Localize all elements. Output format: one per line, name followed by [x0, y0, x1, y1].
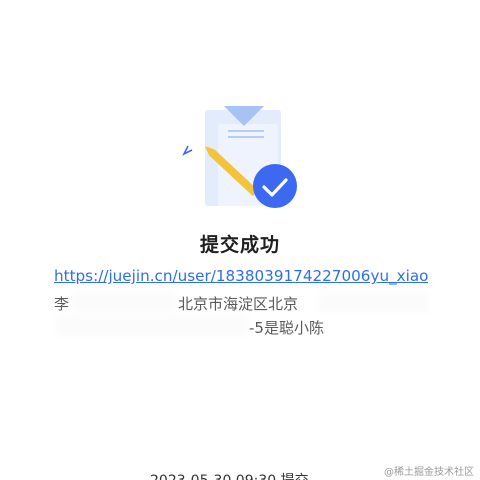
redacted-block-a: [72, 292, 176, 312]
check-badge: [253, 164, 297, 208]
redacted-block-c: [56, 316, 248, 336]
submit-time: 2023-05-30 09:30 提交: [150, 470, 309, 480]
success-title: 提交成功: [199, 234, 280, 256]
text-line-a: 李: [54, 295, 70, 313]
text-line-c: -5是聪小陈: [249, 319, 324, 337]
profile-link[interactable]: https://juejin.cn/user/1838039174227006y…: [54, 267, 428, 285]
redacted-block-b: [318, 292, 428, 312]
watermark: @稀土掘金技术社区: [384, 467, 474, 478]
document-pencil-check-icon: [182, 106, 297, 208]
text-line-b: 北京市海淀区北京: [178, 295, 299, 313]
success-illustration: [178, 100, 310, 212]
